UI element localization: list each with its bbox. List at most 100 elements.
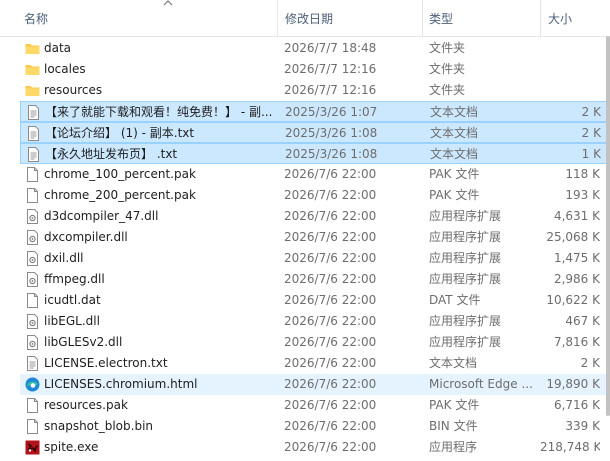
file-type: 文本文档 xyxy=(430,105,479,119)
file-modified-date: 2026/7/6 22:00 xyxy=(284,293,377,307)
file-name: LICENSES.chromium.html xyxy=(44,377,198,391)
file-modified-date: 2026/7/7 18:48 xyxy=(284,41,377,55)
file-name: ffmpeg.dll xyxy=(44,272,105,286)
file-size xyxy=(540,38,600,59)
column-header-size[interactable]: 大小 xyxy=(544,0,610,36)
file-type: Microsoft Edge ... xyxy=(429,377,533,391)
file-size: 193 K xyxy=(565,188,600,202)
file-row[interactable]: d3dcompiler_47.dll 2026/7/6 22:00 应用程序扩展 4,… xyxy=(20,206,610,227)
file-modified-date: 2026/7/6 22:00 xyxy=(284,398,377,412)
file-row[interactable]: locales 2026/7/7 12:16 文件夹 xyxy=(20,59,610,80)
file-size: 1,475 K xyxy=(553,251,600,265)
file-size xyxy=(540,80,600,101)
file-row[interactable]: resources 2026/7/7 12:16 文件夹 xyxy=(20,80,610,101)
file-row[interactable]: ffmpeg.dll 2026/7/6 22:00 应用程序扩展 2,986 K xyxy=(20,269,610,290)
file-size: 6,716 K xyxy=(553,398,600,412)
file-row[interactable]: snapshot_blob.bin 2026/7/6 22:00 BIN 文件 339… xyxy=(20,416,610,437)
file-icon xyxy=(24,166,41,183)
file-row[interactable]: libEGL.dll 2026/7/6 22:00 应用程序扩展 467 K xyxy=(20,311,610,332)
column-header-name-label: 名称 xyxy=(24,12,49,26)
file-type: 应用程序扩展 xyxy=(429,272,502,286)
file-name: d3dcompiler_47.dll xyxy=(44,209,159,223)
file-row[interactable]: resources.pak 2026/7/6 22:00 PAK 文件 6,716 K xyxy=(20,395,610,416)
file-size: 2,986 K xyxy=(553,272,600,286)
column-header-bar: 名称 修改日期 类型 大小 xyxy=(0,0,610,37)
file-type: DAT 文件 xyxy=(429,293,481,307)
file-name: 【来了就能下载和观看！纯免费！】 - 副... xyxy=(45,105,273,119)
file-size: 7,816 K xyxy=(553,335,600,349)
text-file-icon xyxy=(25,146,42,163)
file-row[interactable]: chrome_100_percent.pak 2026/7/6 22:00 PAK … xyxy=(20,164,610,185)
file-size: 10,622 K xyxy=(546,293,600,307)
folder-icon xyxy=(24,61,41,78)
folder-icon xyxy=(24,82,41,99)
file-name: dxcompiler.dll xyxy=(44,230,128,244)
column-header-type-label: 类型 xyxy=(429,12,454,26)
file-name: 【论坛介绍】 (1) - 副本.txt xyxy=(45,126,195,140)
file-name: resources.pak xyxy=(44,398,128,412)
file-type: 文本文档 xyxy=(430,147,479,161)
file-name: locales xyxy=(44,62,86,76)
file-type: 应用程序扩展 xyxy=(429,314,502,328)
dll-file-icon xyxy=(24,208,41,225)
column-header-type[interactable]: 类型 xyxy=(425,0,541,36)
file-modified-date: 2025/3/26 1:08 xyxy=(285,126,378,140)
file-row[interactable]: 【永久地址发布页】 .txt 2025/3/26 1:08 文本文档 1 K xyxy=(20,143,610,164)
file-size: 467 K xyxy=(565,314,600,328)
file-modified-date: 2026/7/6 22:00 xyxy=(284,272,377,286)
file-name: libEGL.dll xyxy=(44,314,100,328)
column-header-name[interactable]: 名称 xyxy=(20,0,278,36)
file-name: resources xyxy=(44,83,103,97)
file-row[interactable]: spite.exe 2026/7/6 22:00 应用程序 218,748 K xyxy=(20,437,610,458)
file-modified-date: 2026/7/6 22:00 xyxy=(284,335,377,349)
column-header-date[interactable]: 修改日期 xyxy=(281,0,423,36)
file-row[interactable]: dxil.dll 2026/7/6 22:00 应用程序扩展 1,475 K xyxy=(20,248,610,269)
file-row[interactable]: data 2026/7/7 18:48 文件夹 xyxy=(20,38,610,59)
file-type: PAK 文件 xyxy=(429,188,480,202)
dll-file-icon xyxy=(24,334,41,351)
file-type: 文本文档 xyxy=(429,356,478,370)
folder-icon xyxy=(24,40,41,57)
text-file-icon xyxy=(24,355,41,372)
dll-file-icon xyxy=(24,250,41,267)
column-header-date-label: 修改日期 xyxy=(285,12,334,26)
file-size: 25,068 K xyxy=(546,230,600,244)
file-row[interactable]: 【论坛介绍】 (1) - 副本.txt 2025/3/26 1:08 文本文档 2 K xyxy=(20,122,610,143)
file-type: 应用程序扩展 xyxy=(429,335,502,349)
file-type: 文本文档 xyxy=(430,126,479,140)
file-modified-date: 2026/7/6 22:00 xyxy=(284,440,377,454)
file-row[interactable]: dxcompiler.dll 2026/7/6 22:00 应用程序扩展 25,068… xyxy=(20,227,610,248)
file-modified-date: 2026/7/6 22:00 xyxy=(284,188,377,202)
file-icon xyxy=(24,418,41,435)
file-row[interactable]: libGLESv2.dll 2026/7/6 22:00 应用程序扩展 7,816 K xyxy=(20,332,610,353)
file-row[interactable]: icudtl.dat 2026/7/6 22:00 DAT 文件 10,622 K xyxy=(20,290,610,311)
file-type: PAK 文件 xyxy=(429,167,480,181)
file-type: 应用程序扩展 xyxy=(429,209,502,223)
file-row[interactable]: LICENSES.chromium.html 2026/7/6 22:00 Micr… xyxy=(20,374,610,395)
file-icon xyxy=(24,187,41,204)
file-modified-date: 2026/7/6 22:00 xyxy=(284,377,377,391)
file-row[interactable]: 【来了就能下载和观看！纯免费！】 - 副... 2025/3/26 1:07 文本文… xyxy=(20,101,610,122)
file-type: 文件夹 xyxy=(429,62,466,76)
file-row[interactable]: chrome_200_percent.pak 2026/7/6 22:00 PAK … xyxy=(20,185,610,206)
file-size: 2 K xyxy=(580,356,600,370)
file-type: 应用程序扩展 xyxy=(429,251,502,265)
file-name: chrome_100_percent.pak xyxy=(44,167,196,181)
file-modified-date: 2025/3/26 1:07 xyxy=(285,105,378,119)
file-name: chrome_200_percent.pak xyxy=(44,188,196,202)
edge-html-icon xyxy=(24,376,41,393)
file-modified-date: 2026/7/7 12:16 xyxy=(284,62,377,76)
vertical-scrollbar[interactable] xyxy=(606,36,610,416)
file-row[interactable]: LICENSE.electron.txt 2026/7/6 22:00 文本文档 2 … xyxy=(20,353,610,374)
file-modified-date: 2026/7/7 12:16 xyxy=(284,83,377,97)
file-icon xyxy=(24,397,41,414)
file-size: 2 K xyxy=(581,105,601,119)
file-icon xyxy=(24,292,41,309)
file-name: 【永久地址发布页】 .txt xyxy=(45,147,178,161)
file-size: 2 K xyxy=(581,126,601,140)
dll-file-icon xyxy=(24,271,41,288)
file-size: 118 K xyxy=(565,167,600,181)
file-modified-date: 2026/7/6 22:00 xyxy=(284,251,377,265)
file-modified-date: 2026/7/6 22:00 xyxy=(284,314,377,328)
file-type: PAK 文件 xyxy=(429,398,480,412)
